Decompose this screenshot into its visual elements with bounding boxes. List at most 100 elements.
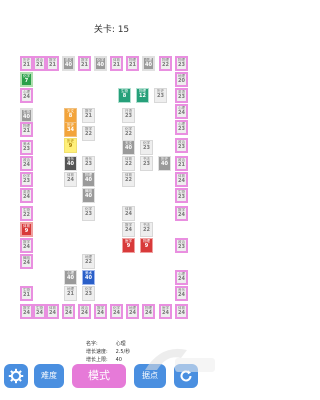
difficulty-button[interactable]: 难度 [34,364,64,388]
board-node[interactable]: 数学 21 [82,108,95,123]
node-value: 23 [143,144,150,151]
board-node[interactable]: 美术 23 [20,140,33,155]
board-node[interactable]: 地理 20 [175,72,188,87]
board-node[interactable]: 物理 9 [140,238,153,253]
board-node[interactable]: 数学 24 [20,238,33,253]
board-node[interactable]: 美术 40 [82,270,95,285]
board-node[interactable]: 政治 23 [175,138,188,153]
node-value: 23 [157,92,164,99]
node-value: 23 [178,193,185,200]
board-node[interactable]: 数学 24 [122,222,135,237]
board-node[interactable]: 化学 24 [110,304,123,319]
node-value: 23 [85,290,92,297]
board-node[interactable]: 数学 22 [82,126,95,141]
board-node[interactable]: 地理 21 [64,286,77,301]
board-node[interactable]: 生物 21 [20,286,33,301]
board-node[interactable]: 化学 23 [20,172,33,187]
board-node[interactable]: 体育 24 [175,304,188,319]
board-node[interactable]: 地理 22 [82,254,95,269]
board-node[interactable]: 物理 24 [142,304,155,319]
board-node[interactable]: 物理 21 [126,56,139,71]
board-node[interactable]: 心理 40 [142,56,155,71]
board-node[interactable]: 历史 23 [154,88,167,103]
board-node[interactable]: 体育 24 [122,206,135,221]
board-node[interactable]: 舞蹈 40 [82,188,95,203]
board-node[interactable]: 心理 24 [175,270,188,285]
board-node[interactable]: 化学 23 [82,286,95,301]
board-node[interactable]: 体育 24 [64,172,77,187]
board-node[interactable]: 生物 24 [33,304,46,319]
board-node[interactable]: 体育 22 [122,156,135,171]
board-node[interactable]: 历史 34 [64,122,77,137]
board-node[interactable]: 书法 22 [140,222,153,237]
board-node[interactable]: 语文 40 [62,56,75,71]
board-node[interactable]: 政治 24 [78,304,91,319]
board-node[interactable]: 化学 22 [122,126,135,141]
board-node[interactable]: 医学 9 [122,238,135,253]
board-node[interactable]: 化学 23 [82,206,95,221]
board-node[interactable]: 体育 24 [175,172,188,187]
board-node[interactable]: 医学 24 [159,304,172,319]
node-value: 24 [178,275,185,282]
board-node[interactable]: 物理 12 [136,88,149,103]
board-node[interactable]: 数学 21 [46,56,59,71]
board-node[interactable]: 心理 24 [20,88,33,103]
board-node[interactable]: 体育 22 [122,172,135,187]
board-node[interactable]: 地理 24 [126,304,139,319]
board-node[interactable]: 数学 24 [175,206,188,221]
board-node[interactable]: 英语 24 [20,188,33,203]
board-node[interactable]: 政治 21 [175,156,188,171]
board-node[interactable]: 天文 8 [64,108,77,123]
node-value: 24 [23,161,30,168]
selected-node-info: 名字: 心理 增长速度: 2.5/秒 增长上限: 40 [86,340,130,364]
board-node[interactable]: 数学 24 [94,304,107,319]
node-value: 21 [81,61,88,68]
settings-button[interactable] [4,364,28,388]
board-node[interactable]: 心理 40 [64,270,77,285]
board-node[interactable]: 化学 40 [94,56,107,71]
board-node[interactable]: 音乐 40 [64,156,77,171]
node-value: 21 [85,112,92,119]
board-node[interactable]: 物理 21 [20,122,33,137]
board-node[interactable]: 体育 21 [110,56,123,71]
board-node[interactable]: 生物 23 [175,188,188,203]
board-node[interactable]: 数学 24 [20,304,33,319]
board-node[interactable]: 历史 21 [20,56,33,71]
board-node[interactable]: 体育 24 [46,304,59,319]
board-node[interactable]: 医学 24 [62,304,75,319]
board-node[interactable]: 生物 8 [118,88,131,103]
node-value: 21 [36,61,43,68]
board-node[interactable]: 英语 23 [175,88,188,103]
node-value: 22 [23,211,30,218]
board-node[interactable]: 政治 23 [175,238,188,253]
board-node[interactable]: 政治 21 [33,56,46,71]
node-value: 21 [23,291,30,298]
mode-button[interactable]: 模式 [72,364,126,388]
board-node[interactable]: 化学 23 [140,140,153,155]
board-node[interactable]: 生物 22 [20,206,33,221]
board-node[interactable]: 心理 23 [175,120,188,135]
board-node[interactable]: 天文 40 [122,140,135,155]
node-value: 24 [23,193,30,200]
board-node[interactable]: 音乐 23 [82,156,95,171]
node-value: 40 [67,274,74,281]
board-node[interactable]: 书法 23 [140,156,153,171]
board-node[interactable]: 日语 23 [122,108,135,123]
board-node[interactable]: 体育 9 [20,222,33,237]
board-node[interactable]: 物理 22 [159,56,172,71]
board-node[interactable]: 历史 40 [158,156,171,171]
board-node[interactable]: 心理 24 [175,104,188,119]
board-node[interactable]: 物理 40 [82,172,95,187]
board-node[interactable]: 舞蹈 24 [20,254,33,269]
board-node[interactable]: 化学 7 [20,72,33,87]
board-node[interactable]: 政治 24 [20,156,33,171]
board-node[interactable]: 物理 23 [175,56,188,71]
board-node[interactable]: 数学 21 [78,56,91,71]
board-node[interactable]: 音乐 24 [175,286,188,301]
game-board[interactable]: 历史 21 政治 21 数学 21 语文 40 数学 21 化学 40 体育 21 物理 21 心理 40 物理 22… [20,56,202,338]
board-node[interactable]: 历史 9 [64,138,77,153]
node-value: 24 [178,109,185,116]
gear-icon [8,368,24,384]
board-node[interactable]: 生物 40 [20,108,33,123]
node-value: 24 [36,309,43,316]
